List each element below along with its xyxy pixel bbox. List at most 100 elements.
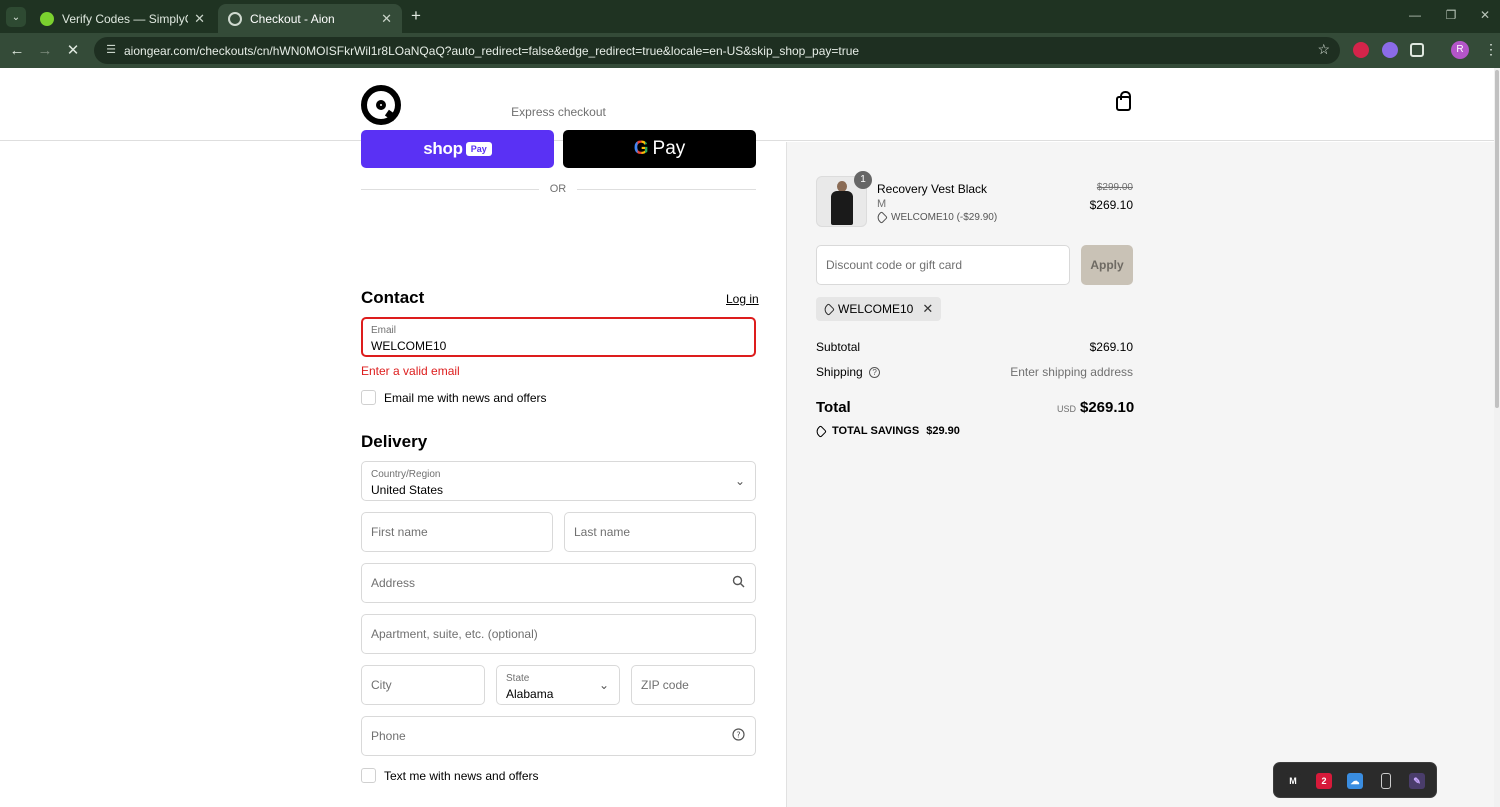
last-name-placeholder: Last name <box>574 525 631 539</box>
restore-icon[interactable]: ❐ <box>1443 8 1459 22</box>
minimize-icon[interactable]: — <box>1407 8 1423 22</box>
profile-avatar[interactable]: R <box>1451 41 1469 59</box>
state-value[interactable]: Alabama <box>506 687 553 701</box>
cloud-tray-icon[interactable]: ☁ <box>1347 773 1363 789</box>
chevron-down-icon: ⌄ <box>598 678 609 692</box>
email-error-message: Enter a valid email <box>361 364 460 378</box>
shop-pay-wordmark: shop <box>423 139 463 158</box>
extensions-puzzle-icon[interactable] <box>1410 43 1424 57</box>
log-in-link[interactable]: Log in <box>726 292 759 306</box>
chevron-down-icon: ⌄ <box>734 474 745 488</box>
tag-icon <box>814 424 827 438</box>
tab-title: Verify Codes — SimplyCodes <box>62 11 188 26</box>
apply-discount-button[interactable]: Apply <box>1081 245 1133 285</box>
ublock-extension-icon[interactable] <box>1353 42 1369 58</box>
product-discount: WELCOME10 (-$29.90) <box>875 211 997 224</box>
zip-code-placeholder: ZIP code <box>641 678 689 692</box>
close-tab-icon[interactable]: ✕ <box>194 11 205 27</box>
state-select[interactable]: State Alabama ⌄ <box>496 665 620 705</box>
simplycodes-extension-icon[interactable] <box>1382 42 1398 58</box>
divider <box>361 189 539 190</box>
tab-checkout[interactable]: Checkout - Aion ✕ <box>218 4 402 33</box>
original-price: $299.00 <box>1096 182 1133 193</box>
sms-newsletter-checkbox[interactable] <box>361 768 376 783</box>
tab-search-button[interactable]: ⌄ <box>6 7 26 27</box>
city-placeholder: City <box>371 678 392 692</box>
shipping-value: Enter shipping address <box>1010 365 1133 379</box>
gmail-tray-icon[interactable]: M <box>1285 773 1301 789</box>
shipping-row: Shipping ? Enter shipping address <box>816 365 1133 379</box>
google-g-icon: G <box>633 138 649 159</box>
tab-title: Checkout - Aion <box>250 11 335 26</box>
delivery-heading: Delivery <box>361 432 428 451</box>
feather-tray-icon[interactable]: ✎ <box>1409 773 1425 789</box>
phone-placeholder: Phone <box>371 729 406 743</box>
cart-bag-icon[interactable] <box>1116 91 1131 111</box>
email-value[interactable]: WELCOME10 <box>371 339 446 353</box>
new-tab-button[interactable]: + <box>407 6 425 26</box>
subtotal-row: Subtotal $269.10 <box>816 340 1133 354</box>
discount-code-placeholder: Discount code or gift card <box>826 258 963 272</box>
help-circle-icon[interactable]: ? <box>869 367 881 379</box>
browser-menu-icon[interactable]: ⋮ <box>1484 41 1498 58</box>
browser-toolbar: ← → ✕ ☰ aiongear.com/checkouts/cn/hWN0MO… <box>0 33 1500 68</box>
forward-icon[interactable]: → <box>35 41 55 61</box>
shop-pay-badge: Pay <box>465 142 492 156</box>
zip-code-input[interactable]: ZIP code <box>631 665 755 705</box>
svg-text:?: ? <box>736 731 740 740</box>
phone-input[interactable]: Phone ? <box>361 716 756 756</box>
email-field[interactable]: Email WELCOME10 <box>361 317 756 357</box>
address-input[interactable]: Address <box>361 563 756 603</box>
divider <box>577 189 756 190</box>
discounted-price: $269.10 <box>1089 198 1133 212</box>
remove-discount-icon[interactable]: ✕ <box>922 301 933 317</box>
app-tray-icon[interactable]: 2 <box>1316 773 1332 789</box>
email-label: Email <box>371 325 397 336</box>
search-icon[interactable] <box>732 575 745 591</box>
total-currency: USD <box>1056 404 1076 414</box>
subtotal-value: $269.10 <box>1089 340 1133 354</box>
quantity-badge: 1 <box>854 171 872 189</box>
product-name: Recovery Vest Black <box>877 182 988 196</box>
checkout-page: Express checkout shop Pay G Pay OR Conta… <box>0 68 1494 807</box>
email-newsletter-option[interactable]: Email me with news and offers <box>361 390 547 405</box>
url-text[interactable]: aiongear.com/checkouts/cn/hWN0MOISFkrWil… <box>124 44 1304 58</box>
tab-simplycodes[interactable]: Verify Codes — SimplyCodes ✕ <box>30 4 215 33</box>
sms-newsletter-label[interactable]: Text me with news and offers <box>384 769 539 783</box>
address-placeholder: Address <box>371 576 416 590</box>
savings-value: $29.90 <box>926 425 960 437</box>
applied-code-text: WELCOME10 <box>838 302 914 316</box>
discount-code-input[interactable]: Discount code or gift card <box>816 245 1070 285</box>
tag-icon <box>875 211 888 224</box>
bookmark-star-icon[interactable]: ☆ <box>1317 41 1330 58</box>
product-variant: M <box>877 198 887 210</box>
sms-newsletter-option[interactable]: Text me with news and offers <box>361 768 539 783</box>
contact-heading: Contact <box>361 288 425 307</box>
simplycodes-favicon-icon <box>40 11 54 26</box>
first-name-placeholder: First name <box>371 525 428 539</box>
close-window-icon[interactable]: ✕ <box>1477 8 1493 22</box>
first-name-input[interactable]: First name <box>361 512 553 552</box>
page-scrollbar[interactable] <box>1494 68 1500 807</box>
vest-garment <box>831 191 853 225</box>
shop-pay-button[interactable]: shop Pay <box>361 130 554 168</box>
usb-drive-tray-icon[interactable] <box>1381 773 1391 789</box>
close-tab-icon[interactable]: ✕ <box>381 11 392 27</box>
stop-loading-icon[interactable]: ✕ <box>63 41 83 61</box>
country-label: Country/Region <box>371 469 441 480</box>
city-input[interactable]: City <box>361 665 485 705</box>
site-info-icon[interactable]: ☰ <box>104 43 118 57</box>
back-icon[interactable]: ← <box>7 41 27 61</box>
country-value[interactable]: United States <box>371 483 443 497</box>
apartment-input[interactable]: Apartment, suite, etc. (optional) <box>361 614 756 654</box>
help-circle-icon[interactable]: ? <box>732 728 745 744</box>
email-newsletter-checkbox[interactable] <box>361 390 376 405</box>
shipping-label: Shipping <box>816 365 863 379</box>
google-pay-button[interactable]: G Pay <box>563 130 756 168</box>
scrollbar-thumb[interactable] <box>1495 70 1499 408</box>
system-tray-overflow: M 2 ☁ ✎ <box>1273 762 1437 798</box>
email-newsletter-label[interactable]: Email me with news and offers <box>384 391 547 405</box>
country-select[interactable]: Country/Region United States ⌄ <box>361 461 756 501</box>
address-bar[interactable]: ☰ aiongear.com/checkouts/cn/hWN0MOISFkrW… <box>94 37 1340 64</box>
last-name-input[interactable]: Last name <box>564 512 756 552</box>
